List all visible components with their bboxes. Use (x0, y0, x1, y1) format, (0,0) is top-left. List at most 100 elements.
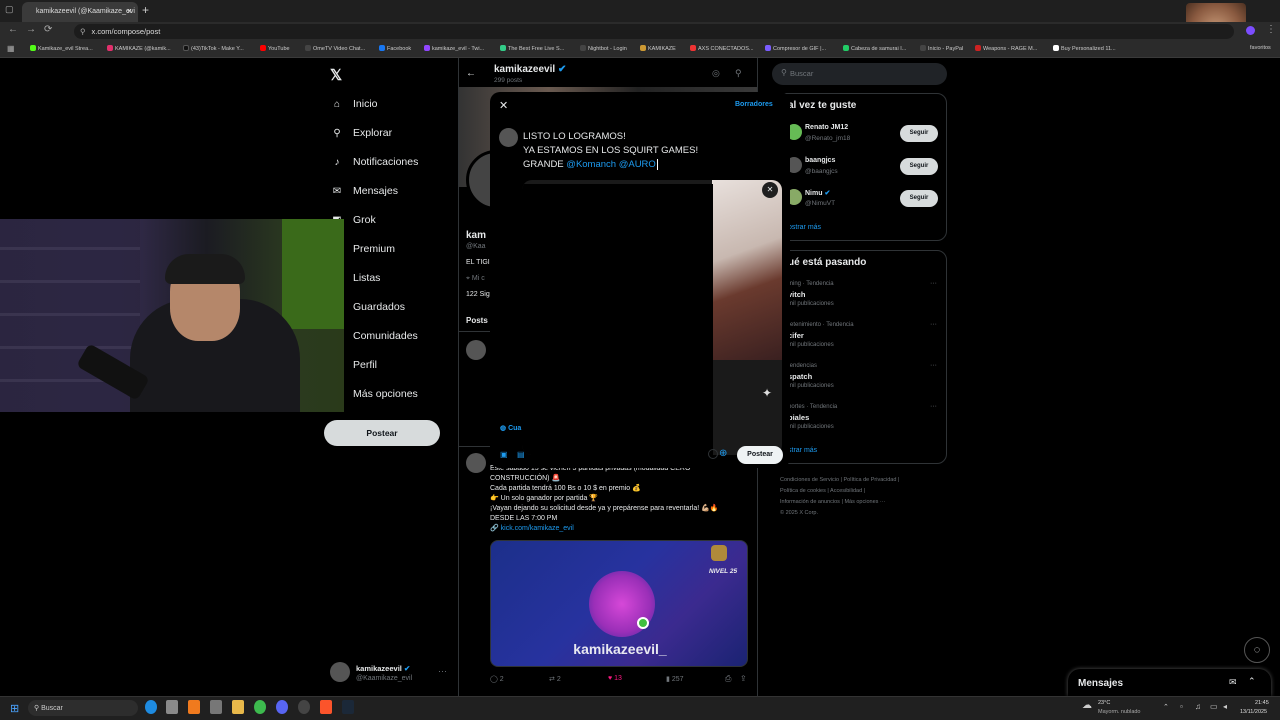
chrome-icon[interactable] (254, 700, 266, 714)
grok-float-icon[interactable]: ◌ (1244, 637, 1270, 663)
suggestion-name[interactable]: Renato JM12 (805, 124, 848, 131)
app-icon[interactable] (188, 700, 200, 714)
trend-menu-icon[interactable]: ··· (930, 321, 937, 328)
tab-posts[interactable]: Posts (466, 316, 488, 325)
close-icon[interactable]: ✕ (499, 99, 508, 112)
footer-link[interactable]: Más opciones ··· (844, 499, 885, 505)
app-icon[interactable] (166, 700, 178, 714)
search-icon[interactable]: ⚲ (735, 68, 742, 79)
bookmark-item[interactable]: Cabeza de samurai I... (843, 45, 906, 52)
browser-tab[interactable]: kamikazeevil (@Kaamikaze_evi × (22, 2, 138, 22)
bookmark-item[interactable]: Kamikaze_evil Strea... (30, 45, 93, 52)
suggestion-name[interactable]: Nimu ✔ (805, 189, 830, 197)
new-tab-icon[interactable]: + (142, 3, 149, 17)
bookmark-item[interactable]: Compresor de GIF |... (765, 45, 826, 52)
media-icon[interactable]: ▣ (500, 450, 508, 459)
forward-icon[interactable]: → (26, 24, 36, 35)
clock-date[interactable]: 13/11/2025 (1240, 709, 1267, 715)
compose-textarea[interactable]: LISTO LO LOGRAMOS! YA ESTAMOS EN LOS SQU… (523, 130, 773, 172)
taskbar-search[interactable]: ⚲ Buscar (28, 700, 138, 716)
sidebar-item-mensajes[interactable]: ✉ Mensajes (330, 185, 398, 197)
follow-button[interactable]: Seguir (900, 158, 938, 175)
bookmark-item[interactable]: Inicio - PayPal (920, 45, 963, 52)
footer-link[interactable]: Condiciones de Servicio (780, 477, 839, 483)
browser-menu-icon[interactable]: ⋮ (1266, 24, 1276, 35)
show-more-link[interactable]: ostrar más (788, 224, 821, 231)
trend-name[interactable]: cifer (788, 331, 804, 340)
bookmark-icon[interactable]: ⎙ (725, 674, 731, 684)
obs-icon[interactable] (298, 700, 310, 714)
all-bookmarks[interactable]: favoritos (1250, 45, 1271, 51)
account-name[interactable]: kamikazeevil ✔ (356, 664, 410, 673)
bookmark-item[interactable]: YouTube (260, 45, 290, 52)
footer-link[interactable]: Política de cookies (780, 488, 826, 494)
suggestion-name[interactable]: baangjcs (805, 157, 835, 164)
trend-menu-icon[interactable]: ··· (930, 403, 937, 410)
trend-menu-icon[interactable]: ··· (930, 362, 937, 369)
tab-search-icon[interactable]: ▢ (5, 4, 14, 15)
share-icon[interactable]: ⇪ (740, 674, 747, 683)
footer-link[interactable]: Política de Privacidad (844, 477, 897, 483)
bookmark-item[interactable]: Nightbot - Login (580, 45, 627, 52)
trend-name[interactable]: biales (788, 413, 809, 422)
account-avatar[interactable] (330, 662, 350, 682)
site-info-icon[interactable]: ⚲ (80, 27, 86, 36)
bookmark-item[interactable]: OmeTV Video Chat... (305, 45, 365, 52)
steam-icon[interactable] (342, 700, 354, 714)
sidebar-item-explorar[interactable]: ⚲ Explorar (330, 127, 392, 139)
bookmark-item[interactable]: Weapons - RAGE M... (975, 45, 1037, 52)
bookmark-item[interactable]: Buy Personalized 11... (1053, 45, 1116, 52)
clock-time[interactable]: 21:45 (1255, 700, 1269, 706)
chevron-up-icon[interactable]: ⌃ (1248, 676, 1256, 687)
url-input[interactable]: ⚲ x.com/compose/post (74, 24, 1234, 39)
x-logo-icon[interactable]: 𝕏 (330, 66, 342, 84)
follow-button[interactable]: Seguir (900, 125, 938, 142)
tray-icon[interactable]: ▫ (1180, 702, 1183, 711)
network-icon[interactable]: ▭ (1210, 702, 1218, 711)
volume-icon[interactable]: ◂ (1223, 702, 1227, 711)
discord-icon[interactable] (276, 700, 288, 714)
trend-name[interactable]: vitch (788, 290, 806, 299)
sidebar-item-notificaciones[interactable]: ♪ Notificaciones (330, 156, 419, 168)
windows-start-icon[interactable]: ⊞ (10, 702, 19, 715)
weather-icon[interactable]: ☁ (1082, 700, 1092, 711)
profile-avatar[interactable] (1246, 26, 1255, 35)
messages-dock[interactable]: Mensajes ✉ ⌃ (1068, 669, 1271, 696)
reply-button[interactable]: ◯ 2 (490, 675, 504, 683)
bookmark-item[interactable]: The Best Free Live S... (500, 45, 564, 52)
sidebar-post-button[interactable]: Postear (324, 420, 440, 446)
bookmark-item[interactable]: KAMIKAZE (@kamik... (107, 45, 171, 52)
bookmark-item[interactable]: kamikaze_evil - Twi... (424, 45, 484, 52)
follow-button[interactable]: Seguir (900, 190, 938, 207)
edge-icon[interactable] (145, 700, 157, 714)
app-icon[interactable] (210, 700, 222, 714)
bookmark-item[interactable]: (43)TikTok - Make Y... (183, 45, 244, 52)
bookmark-item[interactable]: KAMIKAZE (640, 45, 676, 52)
close-tab-icon[interactable]: × (127, 6, 132, 16)
file-explorer-icon[interactable] (232, 700, 244, 714)
bookmark-item[interactable]: AXS CONECTADOS... (690, 45, 754, 52)
compose-post-button[interactable]: Postear (737, 446, 783, 464)
trends-show-more[interactable]: strar más (788, 447, 817, 454)
mention[interactable]: @AURO (619, 159, 656, 170)
sidebar-item-inicio[interactable]: ⌂ Inicio (330, 98, 378, 110)
edit-media-icon[interactable]: ✦ (762, 386, 772, 400)
bookmark-item[interactable]: Facebook (379, 45, 411, 52)
repost-button[interactable]: ⇄ 2 (549, 675, 561, 683)
search-input[interactable]: ⚲ Buscar (772, 63, 947, 85)
account-menu-icon[interactable]: ··· (438, 666, 447, 676)
footer-link[interactable]: Información de anuncios (780, 499, 840, 505)
drafts-button[interactable]: Borradores (735, 101, 773, 108)
chevron-up-icon[interactable]: ⌃ (1163, 703, 1169, 711)
trend-name[interactable]: spatch (788, 372, 812, 381)
gif-icon[interactable]: ▤ (517, 450, 525, 459)
views-button[interactable]: ▮ 257 (666, 675, 684, 683)
back-icon[interactable]: ← (8, 24, 18, 35)
back-arrow-icon[interactable]: ← (466, 68, 476, 79)
add-post-icon[interactable]: ⊕ (719, 448, 727, 459)
post-link[interactable]: 🔗 kick.com/kamikaze_evil (490, 524, 752, 534)
grok-icon[interactable]: ◎ (712, 68, 720, 79)
footer-link[interactable]: Accesibilidad (830, 488, 862, 494)
remove-media-icon[interactable]: ✕ (762, 182, 778, 198)
reply-setting[interactable]: ◍ Cua (500, 424, 521, 432)
